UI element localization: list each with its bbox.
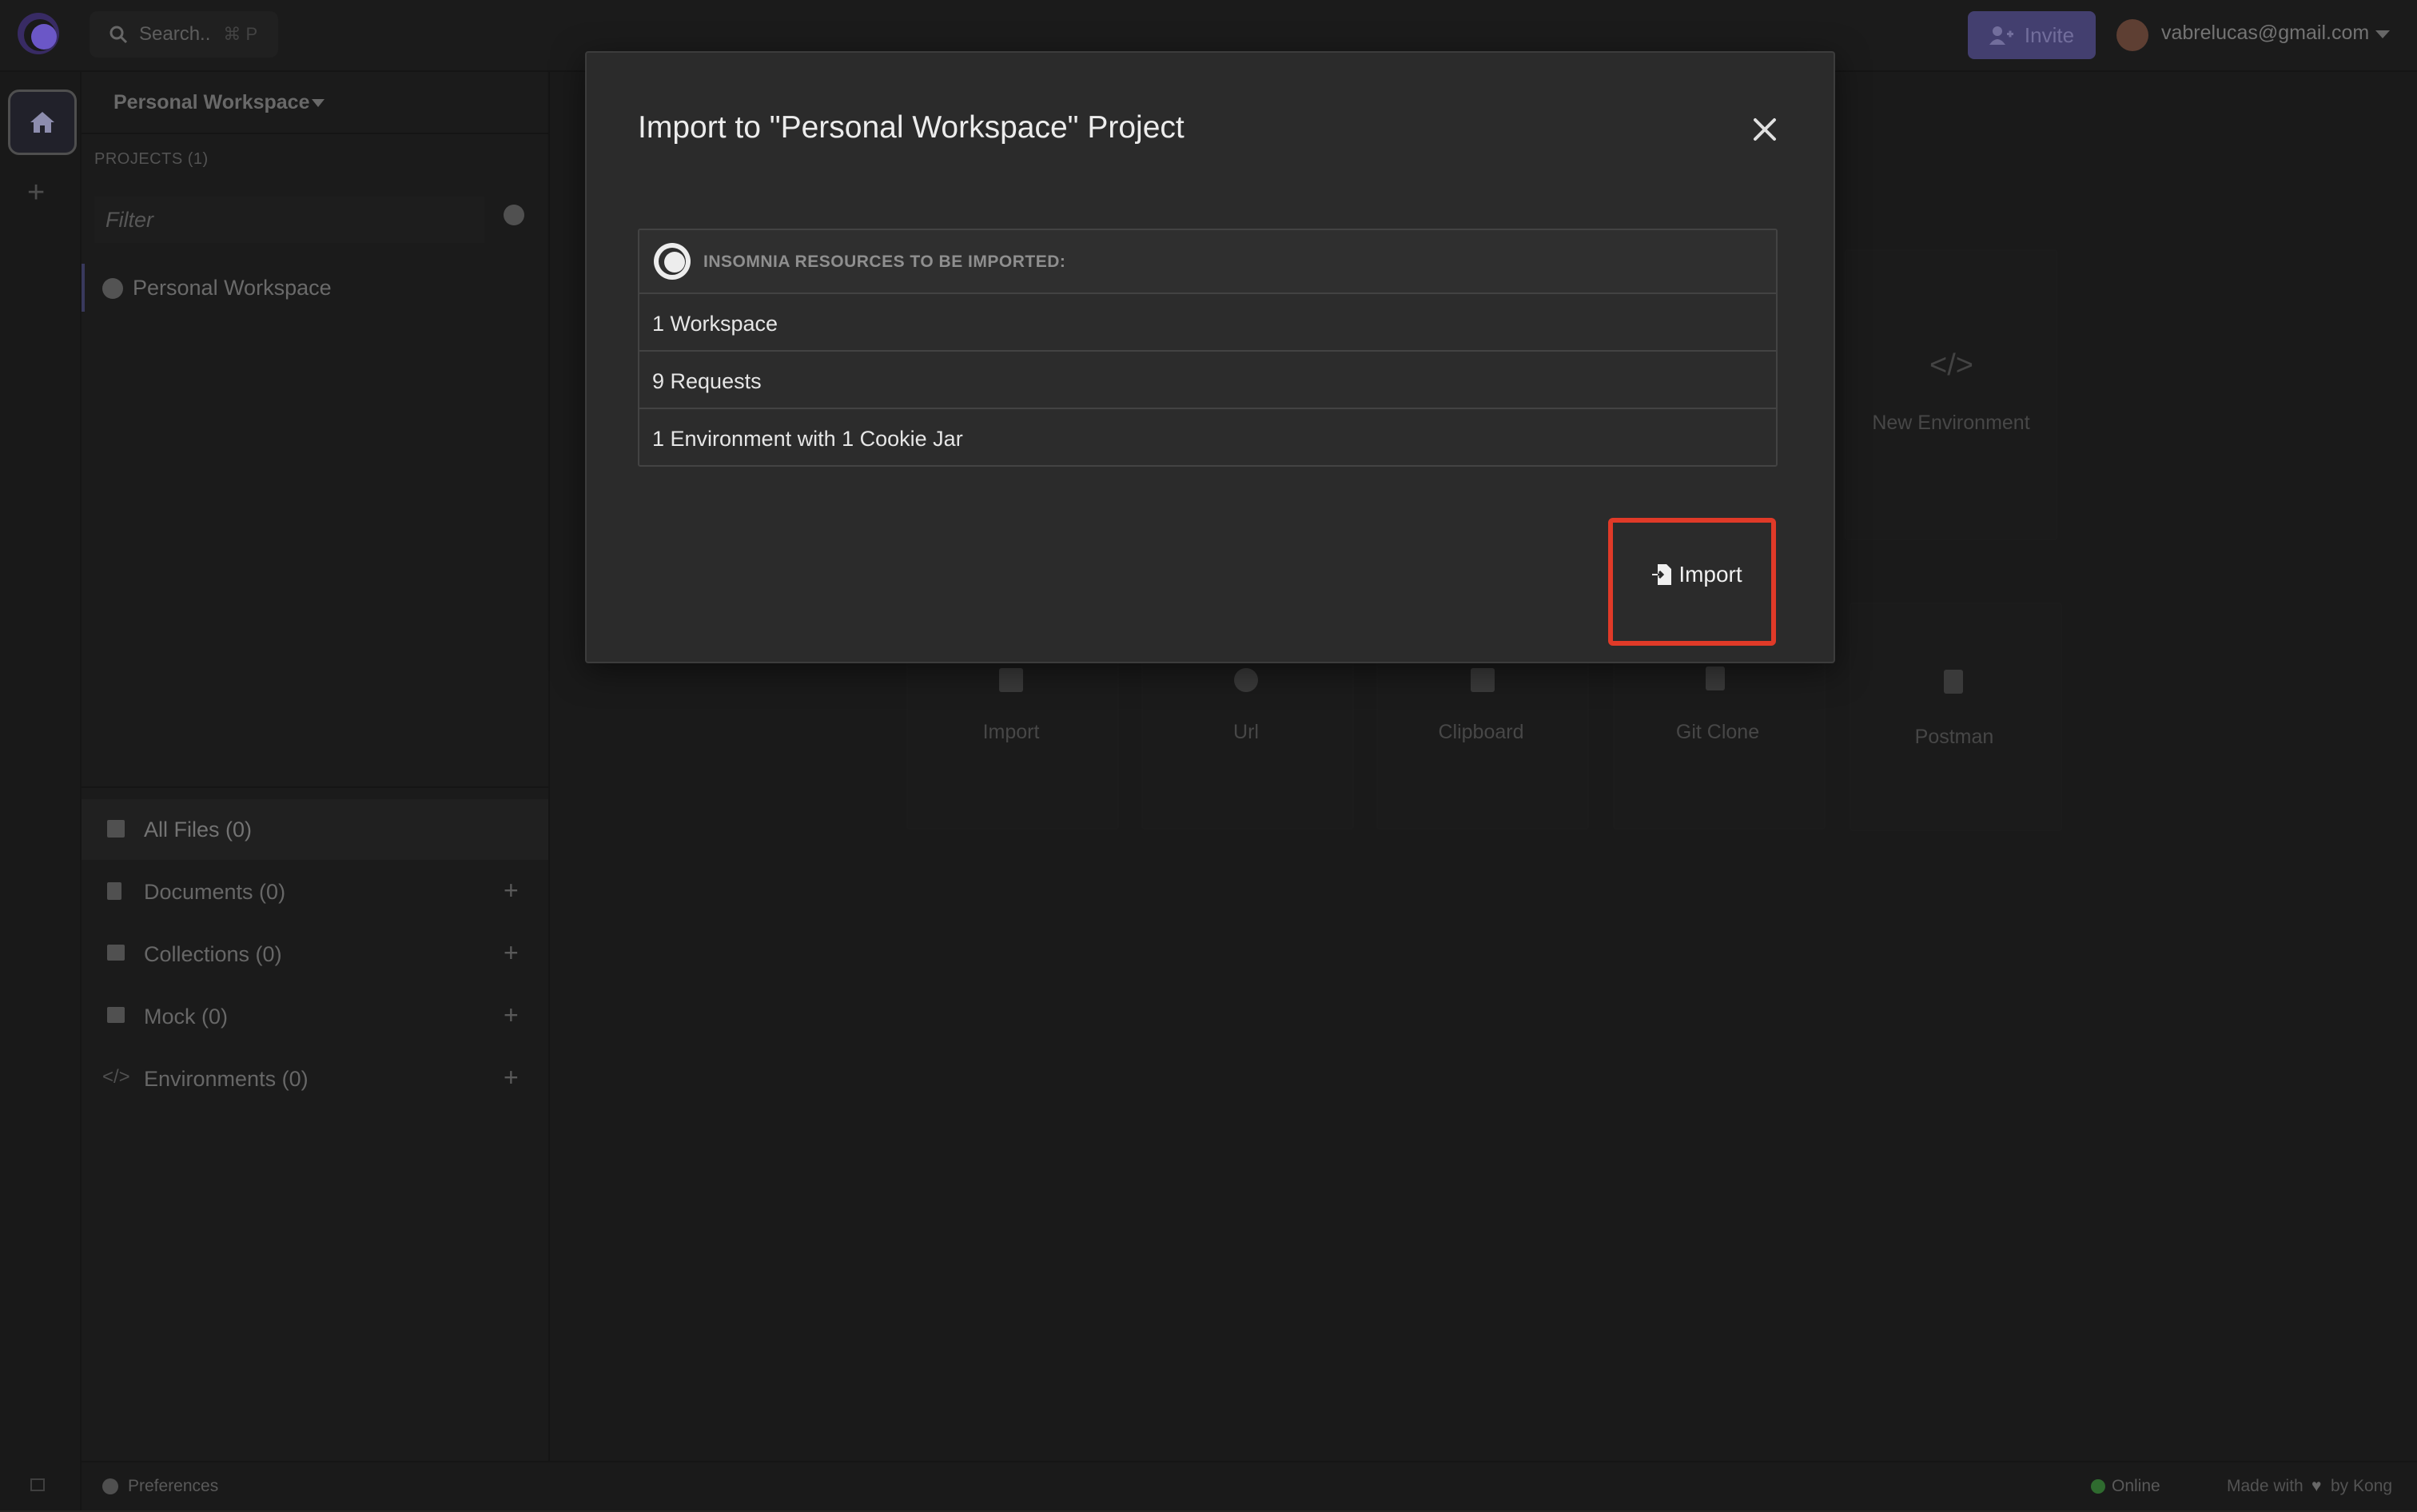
resource-workspace: 1 Workspace [652, 312, 778, 336]
list-item [639, 294, 1776, 352]
insomnia-icon-inner [664, 252, 685, 273]
close-icon[interactable] [1749, 113, 1781, 145]
modal-title: Import to "Personal Workspace" Project [638, 110, 1185, 145]
resource-environment: 1 Environment with 1 Cookie Jar [652, 427, 963, 451]
list-item [639, 352, 1776, 409]
highlight-annotation [1608, 518, 1776, 646]
resources-heading: INSOMNIA RESOURCES TO BE IMPORTED: [703, 253, 1066, 271]
resource-requests: 9 Requests [652, 369, 762, 393]
